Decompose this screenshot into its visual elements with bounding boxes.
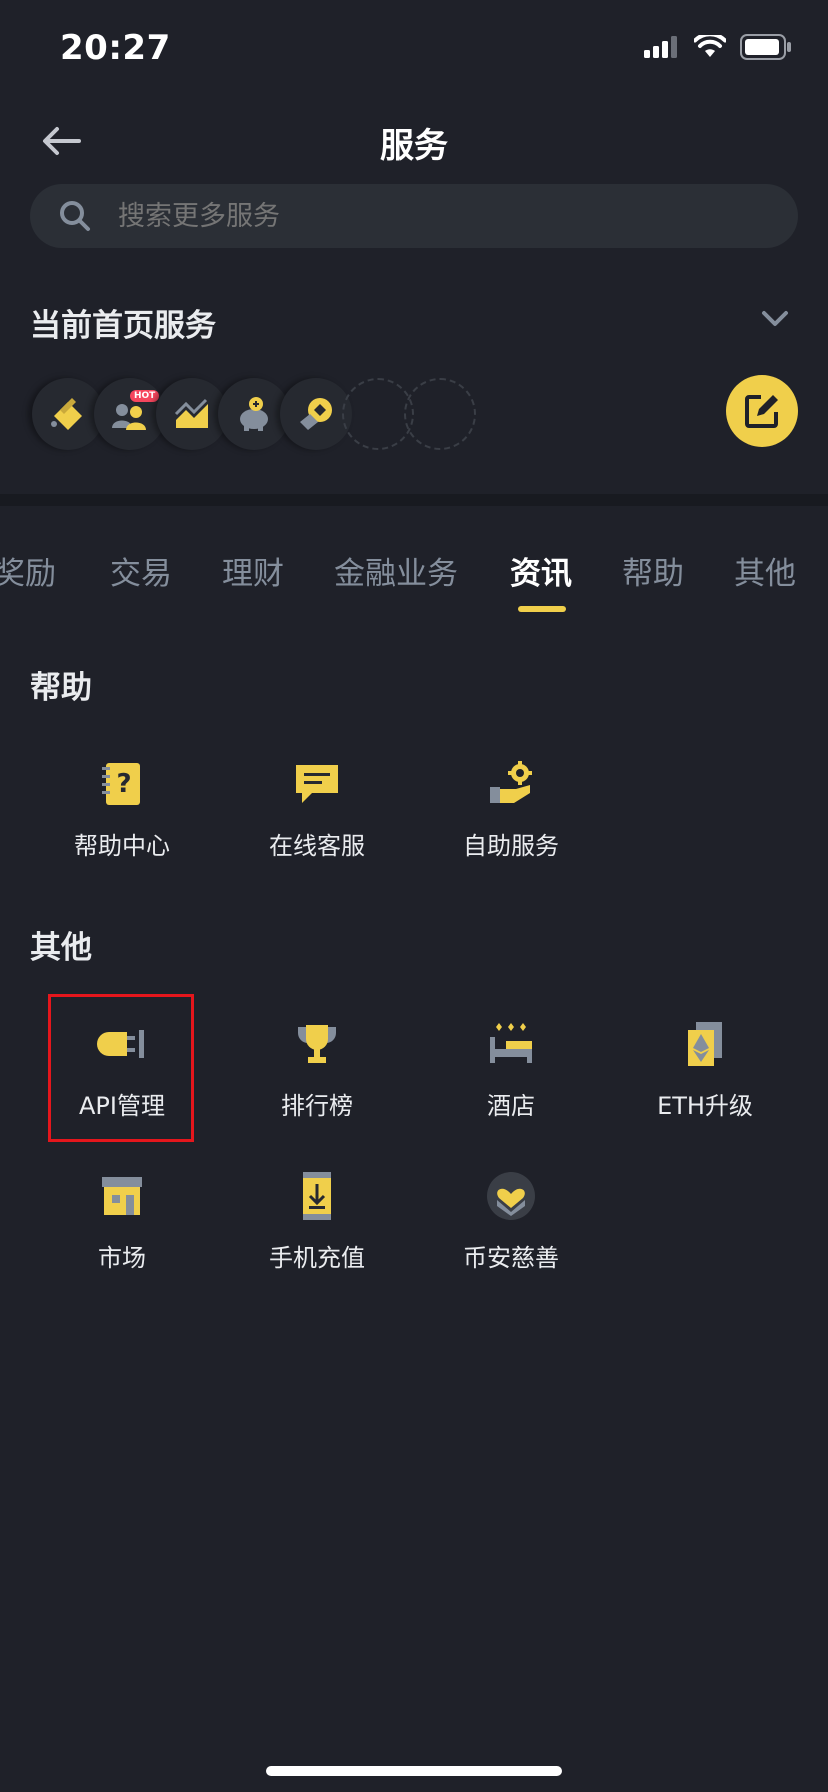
search-bar[interactable] <box>30 184 798 248</box>
section-divider <box>0 494 828 506</box>
home-indicator <box>266 1766 562 1776</box>
group-title-other: 其他 <box>30 930 92 966</box>
pay-icon <box>300 398 332 430</box>
service-label: 自助服务 <box>463 832 559 860</box>
service-online-support[interactable]: 在线客服 <box>220 742 414 872</box>
help-center-icon: ? <box>92 754 152 814</box>
phone-topup-icon <box>287 1166 347 1226</box>
status-icons <box>644 34 792 60</box>
binance-card-icon <box>51 398 82 430</box>
market-icon <box>92 1166 152 1226</box>
category-tabs: 奖励 交易 理财 金融业务 资讯 帮助 其他 <box>0 548 828 600</box>
charity-icon <box>481 1166 541 1226</box>
service-charity[interactable]: 币安慈善 <box>414 1154 608 1284</box>
service-market[interactable]: 市场 <box>25 1154 219 1284</box>
service-help-center[interactable]: ? 帮助中心 <box>25 742 219 872</box>
self-service-icon <box>481 754 541 814</box>
service-label: API管理 <box>79 1092 165 1120</box>
current-services-title: 当前首页服务 <box>30 308 216 344</box>
edit-button[interactable] <box>726 375 798 447</box>
page-title: 服务 <box>380 126 448 166</box>
service-label: ETH升级 <box>657 1092 753 1120</box>
chat-icon <box>287 754 347 814</box>
search-icon <box>58 199 92 233</box>
service-leaderboard[interactable]: 排行榜 <box>220 1002 414 1132</box>
service-label: 帮助中心 <box>74 832 170 860</box>
group-title-help: 帮助 <box>30 670 92 706</box>
battery-icon <box>740 34 791 60</box>
wifi-icon <box>694 35 726 57</box>
hotel-icon <box>481 1014 541 1074</box>
tab-help[interactable]: 帮助 <box>622 548 684 593</box>
tab-trade[interactable]: 交易 <box>110 548 172 593</box>
edit-icon <box>745 395 778 428</box>
collapse-toggle[interactable] <box>758 302 792 336</box>
trading-chart-icon <box>174 398 208 428</box>
tab-other[interactable]: 其他 <box>734 548 796 593</box>
service-label: 币安慈善 <box>463 1244 559 1272</box>
tab-finance[interactable]: 理财 <box>222 548 284 593</box>
service-label: 在线客服 <box>269 832 365 860</box>
eth-icon <box>675 1014 735 1074</box>
tab-news[interactable]: 资讯 <box>510 548 572 593</box>
savings-piggy-icon <box>240 397 268 431</box>
service-hotel[interactable]: 酒店 <box>414 1002 608 1132</box>
service-label: 手机充值 <box>269 1244 365 1272</box>
service-api-management[interactable]: API管理 <box>25 1002 219 1132</box>
hot-badge: HOT <box>130 390 160 402</box>
trophy-icon <box>287 1014 347 1074</box>
search-input[interactable] <box>116 199 798 233</box>
service-label: 酒店 <box>487 1092 535 1120</box>
tab-financial-business[interactable]: 金融业务 <box>334 548 458 593</box>
service-self-service[interactable]: 自助服务 <box>414 742 608 872</box>
empty-slot[interactable] <box>404 378 476 450</box>
service-label: 排行榜 <box>281 1092 353 1120</box>
tab-rewards[interactable]: 奖励 <box>0 548 56 593</box>
svg-text:?: ? <box>116 769 131 799</box>
service-label: 市场 <box>98 1244 146 1272</box>
chevron-down-icon <box>762 311 788 326</box>
service-eth-upgrade[interactable]: ETH升级 <box>608 1002 802 1132</box>
service-mobile-topup[interactable]: 手机充值 <box>220 1154 414 1284</box>
active-tab-indicator <box>518 606 566 612</box>
status-time: 20:27 <box>60 28 171 68</box>
plug-icon <box>92 1014 152 1074</box>
signal-icon <box>644 36 677 58</box>
